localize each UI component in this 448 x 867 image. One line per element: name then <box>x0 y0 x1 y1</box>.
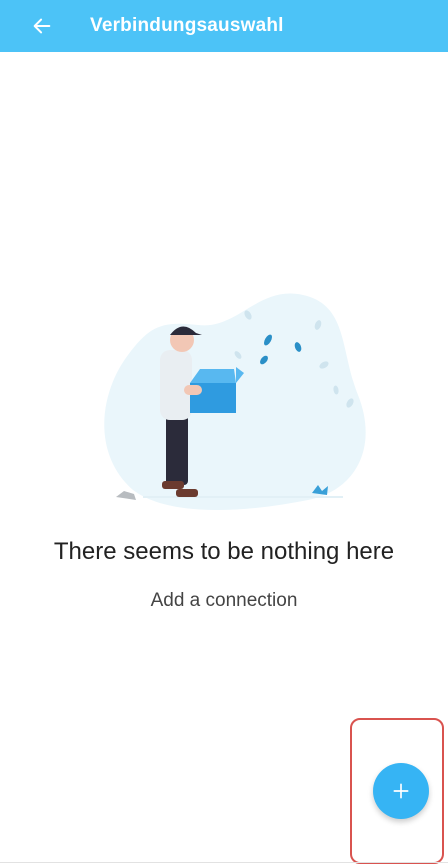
arrow-left-icon <box>33 18 51 34</box>
empty-state-title: There seems to be nothing here <box>53 538 395 565</box>
app-bar: Verbindungsauswahl <box>0 0 448 52</box>
plus-icon <box>393 783 409 799</box>
add-connection-hint: Add a connection <box>150 590 298 611</box>
divider <box>0 862 448 863</box>
back-button[interactable] <box>22 6 62 46</box>
page-title: Verbindungsauswahl <box>90 15 284 36</box>
add-connection-button[interactable] <box>373 763 429 819</box>
empty-illustration <box>88 285 378 525</box>
